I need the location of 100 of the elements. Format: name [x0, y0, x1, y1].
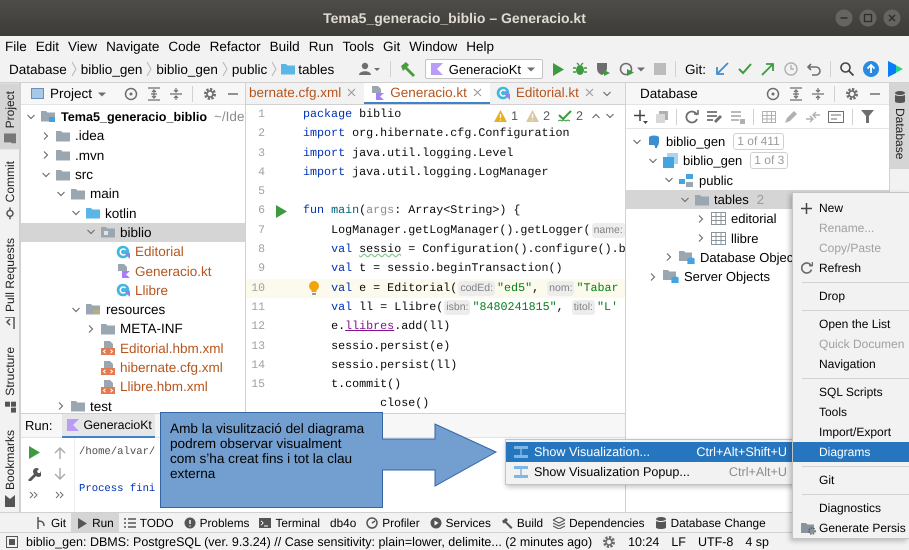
tool-window-tab[interactable]: Pull Requests	[0, 230, 19, 335]
settings-icon[interactable]	[845, 86, 859, 100]
menu-item[interactable]: Navigation	[793, 354, 909, 374]
close-button[interactable]	[883, 9, 901, 27]
tool-window-tab[interactable]: Project	[0, 83, 19, 150]
menu-item[interactable]: Code	[163, 38, 205, 54]
menu-item[interactable]: Show Visualization Popup... Ctrl+Alt+U	[506, 462, 795, 482]
menu-item[interactable]: Git	[793, 470, 909, 490]
chevron-down-icon[interactable]	[680, 194, 690, 205]
tool-window-button[interactable]: Terminal	[254, 513, 326, 532]
tree-item[interactable]: biblio_gen 1 of 411	[626, 132, 889, 152]
status-item[interactable]: 4 sp	[745, 534, 769, 548]
editor-tab[interactable]: bernate.cfg.xml	[246, 83, 364, 104]
caret-icon[interactable]	[636, 65, 645, 73]
tree-item[interactable]: Llibre	[21, 280, 245, 300]
tool-window-button[interactable]: Services	[424, 513, 496, 532]
menu-item[interactable]: File	[0, 38, 31, 54]
tree-item[interactable]: Generacio.kt	[21, 261, 245, 281]
breadcrumb-item[interactable]: public	[228, 62, 270, 76]
tool-window-button[interactable]: db4o	[325, 513, 362, 532]
chevron-down-icon[interactable]	[71, 304, 81, 315]
expand-all-icon[interactable]	[148, 86, 160, 100]
tool-window-button[interactable]: Git	[30, 513, 72, 532]
menu-item[interactable]: Run	[304, 38, 338, 54]
status-item[interactable]: 10:24	[628, 534, 660, 548]
menu-item[interactable]: Window	[404, 38, 462, 54]
menu-item[interactable]: Edit	[30, 38, 64, 54]
tree-item[interactable]: resources	[21, 300, 245, 320]
tool-window-button[interactable]: Dependencies	[548, 513, 650, 532]
collapse-all-icon[interactable]	[170, 86, 182, 100]
expand-all-icon[interactable]	[790, 86, 802, 100]
run-gutter-icon[interactable]	[275, 204, 287, 218]
status-item[interactable]: LF	[671, 534, 686, 548]
menu-item[interactable]: Tools	[793, 402, 909, 422]
run-icon[interactable]	[552, 62, 564, 76]
console-icon[interactable]	[828, 110, 844, 122]
undo-icon[interactable]	[807, 62, 821, 76]
maximize-button[interactable]	[859, 9, 877, 27]
tree-item[interactable]: META-INF	[21, 319, 245, 339]
update-project-icon[interactable]	[715, 62, 729, 76]
tree-item[interactable]: biblio	[21, 222, 245, 242]
menu-item[interactable]: Diagrams	[793, 442, 909, 462]
close-icon[interactable]	[472, 88, 482, 97]
tool-window-tab[interactable]: Database	[890, 83, 909, 170]
tree-item[interactable]: .idea	[21, 126, 245, 146]
run-tab[interactable]: GeneracioKt	[62, 414, 155, 438]
caret-icon[interactable]	[526, 65, 535, 73]
close-icon[interactable]	[347, 88, 356, 97]
profile-icon[interactable]	[618, 62, 635, 76]
menu-item[interactable]: SQL Scripts	[793, 382, 909, 402]
chevron-right-icon[interactable]	[696, 214, 706, 224]
tree-item[interactable]: src	[21, 164, 245, 184]
menu-item[interactable]: Drop	[793, 286, 909, 306]
commit-icon[interactable]	[738, 62, 752, 76]
minimize-button[interactable]	[835, 9, 853, 27]
menu-item[interactable]: Diagnostics	[793, 498, 909, 518]
chevron-right-icon[interactable]	[664, 252, 674, 262]
more-icon[interactable]	[55, 490, 65, 498]
chevron-down-icon[interactable]	[26, 112, 36, 122]
tool-window-button[interactable]: Problems	[178, 513, 254, 532]
rerun-icon[interactable]	[28, 446, 40, 459]
tree-item[interactable]: main	[21, 184, 245, 204]
menu-item[interactable]: Refresh	[793, 258, 909, 278]
tool-window-button[interactable]: Database Change	[650, 513, 771, 532]
menu-item[interactable]: Tools	[337, 38, 378, 54]
menu-item[interactable]: Git	[378, 38, 404, 54]
more-icon[interactable]	[29, 490, 39, 498]
run-configuration-dropdown[interactable]: GeneracioKt	[424, 59, 543, 79]
menu-item[interactable]: View	[63, 38, 102, 54]
search-icon[interactable]	[840, 62, 854, 76]
close-icon[interactable]	[584, 88, 594, 97]
user-icon[interactable]	[358, 62, 381, 76]
tool-window-tab[interactable]: Structure	[0, 338, 19, 418]
editor-tab[interactable]: Editorial.kt	[490, 83, 602, 104]
settings-icon[interactable]	[203, 86, 217, 100]
tree-item[interactable]: Editorial	[21, 242, 245, 262]
chevron-right-icon[interactable]	[696, 233, 706, 244]
lightbulb-icon[interactable]	[309, 280, 319, 296]
tool-window-tab[interactable]: Bookmarks	[0, 422, 19, 512]
chevron-right-icon[interactable]	[41, 130, 51, 141]
menu-item[interactable]: Show Visualization... Ctrl+Alt+Shift+U	[506, 442, 795, 462]
menu-item[interactable]: Generate Persis	[793, 518, 909, 538]
check-icon[interactable]	[558, 110, 572, 122]
hammer-icon[interactable]	[400, 61, 416, 77]
chevron-down-icon[interactable]	[648, 156, 658, 166]
chevron-down-icon[interactable]	[632, 136, 642, 147]
tree-item[interactable]: hibernate.cfg.xml	[21, 358, 245, 378]
tool-window-button[interactable]: TODO	[118, 513, 179, 532]
chevron-down-icon[interactable]	[56, 188, 66, 199]
menu-item[interactable]: Import/Export	[793, 422, 909, 442]
menu-item[interactable]: Help	[461, 38, 498, 54]
filter-icon[interactable]	[861, 110, 874, 123]
locate-icon[interactable]	[124, 86, 138, 100]
menu-item[interactable]: Refactor	[204, 38, 265, 54]
breadcrumb-item[interactable]: biblio_gen	[78, 62, 146, 76]
chevron-down-icon[interactable]	[602, 88, 612, 98]
chevron-up-icon[interactable]	[591, 111, 601, 121]
push-icon[interactable]	[761, 62, 775, 76]
tree-item[interactable]: .mvn	[21, 146, 245, 165]
chevron-right-icon[interactable]	[56, 401, 66, 412]
